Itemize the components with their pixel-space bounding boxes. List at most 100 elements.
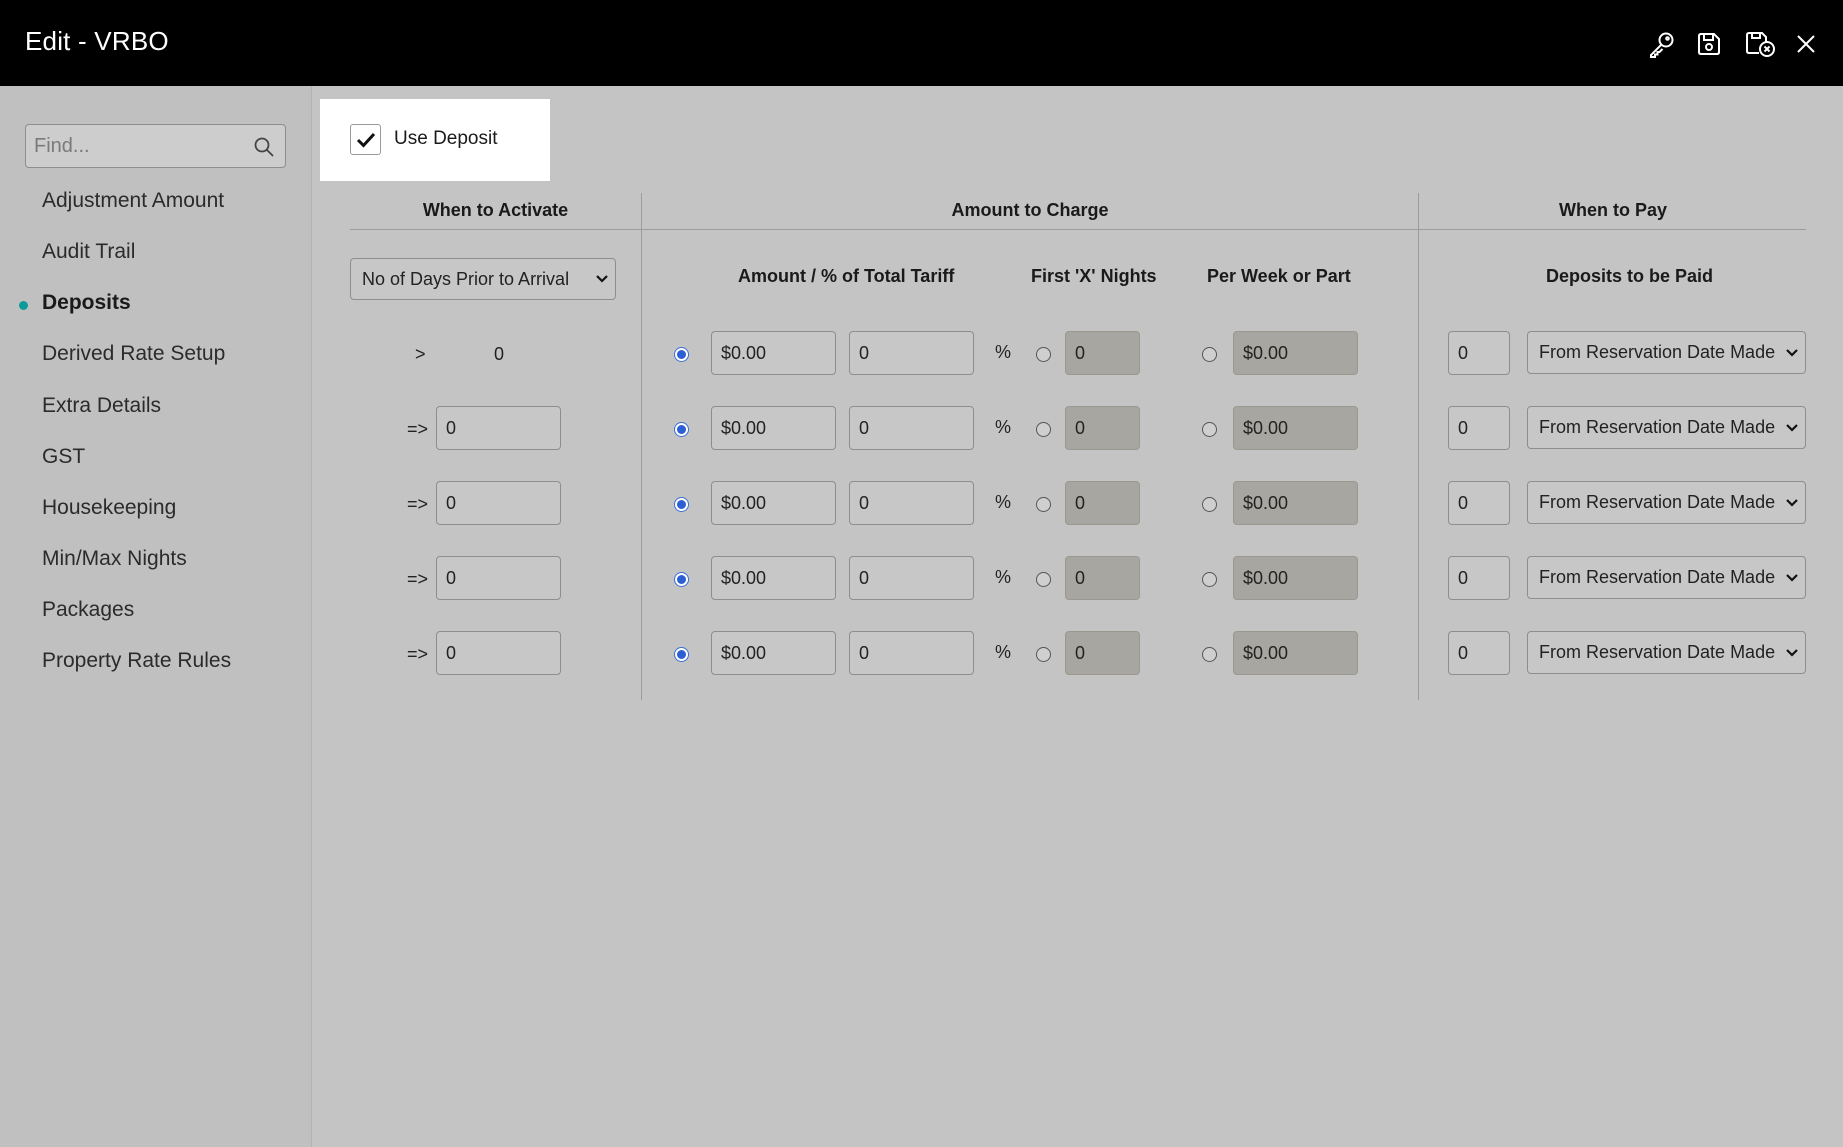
chevron-down-icon (589, 274, 615, 284)
first-nights-radio[interactable] (1036, 497, 1051, 512)
sidebar-item-packages[interactable]: Packages (42, 598, 134, 628)
sidebar-item-property-rate-rules[interactable]: Property Rate Rules (42, 649, 231, 679)
per-week-input: $0.00 (1233, 331, 1358, 375)
pay-from-select[interactable]: From Reservation Date Made (1527, 481, 1806, 524)
active-indicator (19, 301, 28, 310)
pay-from-select[interactable]: From Reservation Date Made (1527, 556, 1806, 599)
threshold-operator: => (407, 569, 429, 589)
amount-input[interactable]: $0.00 (711, 406, 836, 450)
percent-input[interactable]: 0 (849, 406, 974, 450)
per-week-radio[interactable] (1202, 497, 1217, 512)
threshold-days-value: 0 (494, 344, 505, 364)
use-deposit-checkbox[interactable] (350, 124, 381, 155)
sidebar-item-label: Housekeeping (42, 496, 177, 519)
search-box[interactable] (25, 124, 286, 168)
amount-input[interactable]: $0.00 (711, 481, 836, 525)
pay-from-select[interactable]: From Reservation Date Made (1527, 406, 1806, 449)
threshold-operator: => (407, 644, 429, 664)
column-divider (641, 193, 642, 700)
sidebar-item-label: Property Rate Rules (42, 649, 232, 672)
percent-input[interactable]: 0 (849, 556, 974, 600)
per-week-radio[interactable] (1202, 347, 1217, 362)
sidebar-item-gst[interactable]: GST (42, 445, 85, 475)
subheader-amount-pct: Amount / % of Total Tariff (738, 266, 955, 286)
header-divider (350, 229, 1806, 230)
per-week-input: $0.00 (1233, 406, 1358, 450)
sidebar-item-min-max-nights[interactable]: Min/Max Nights (42, 547, 187, 577)
first-nights-radio[interactable] (1036, 347, 1051, 362)
header-amount-to-charge: Amount to Charge (951, 200, 1109, 220)
threshold-days-input[interactable]: 0 (436, 406, 561, 450)
per-week-radio[interactable] (1202, 647, 1217, 662)
threshold-days-input[interactable]: 0 (436, 631, 561, 675)
first-nights-radio[interactable] (1036, 422, 1051, 437)
save-close-icon[interactable] (1741, 26, 1781, 62)
sidebar-item-adjustment-amount[interactable]: Adjustment Amount (42, 189, 224, 219)
subheader-deposits-to-be-paid: Deposits to be Paid (1546, 266, 1714, 286)
amount-input[interactable]: $0.00 (711, 556, 836, 600)
sidebar-item-derived-rate-setup[interactable]: Derived Rate Setup (42, 342, 225, 372)
title-bar: Edit - VRBO (0, 0, 1843, 86)
header-when-to-pay: When to Pay (1558, 200, 1667, 220)
threshold-days-input[interactable]: 0 (436, 481, 561, 525)
percent-sign: % (995, 492, 1012, 512)
sidebar-item-housekeeping[interactable]: Housekeeping (42, 496, 176, 526)
amount-radio[interactable] (674, 497, 689, 512)
first-nights-radio[interactable] (1036, 572, 1051, 587)
threshold-operator: => (407, 494, 429, 514)
per-week-radio[interactable] (1202, 572, 1217, 587)
sidebar-item-label: Packages (42, 598, 135, 621)
percent-input[interactable]: 0 (849, 331, 974, 375)
pay-days-input[interactable]: 0 (1448, 631, 1510, 675)
key-icon[interactable] (1644, 26, 1680, 62)
pay-days-input[interactable]: 0 (1448, 556, 1510, 600)
per-week-input: $0.00 (1233, 556, 1358, 600)
header-when-to-activate: When to Activate (422, 200, 569, 220)
percent-sign: % (995, 342, 1012, 362)
chevron-down-icon (1779, 498, 1805, 508)
first-nights-input: 0 (1065, 631, 1140, 675)
per-week-input: $0.00 (1233, 481, 1358, 525)
pay-days-input[interactable]: 0 (1448, 406, 1510, 450)
first-nights-radio[interactable] (1036, 647, 1051, 662)
pay-from-select[interactable]: From Reservation Date Made (1527, 331, 1806, 374)
sidebar-item-extra-details[interactable]: Extra Details (42, 394, 161, 424)
search-icon[interactable] (253, 136, 275, 158)
amount-input[interactable]: $0.00 (711, 331, 836, 375)
pay-from-select[interactable]: From Reservation Date Made (1527, 631, 1806, 674)
amount-radio[interactable] (674, 422, 689, 437)
amount-radio[interactable] (674, 647, 689, 662)
amount-input[interactable]: $0.00 (711, 631, 836, 675)
sidebar-item-label: Audit Trail (42, 240, 136, 263)
first-nights-input: 0 (1065, 406, 1140, 450)
sidebar-item-label: Derived Rate Setup (42, 342, 226, 365)
subheader-first-x-nights: First 'X' Nights (1031, 266, 1157, 286)
chevron-down-icon (1779, 348, 1805, 358)
per-week-radio[interactable] (1202, 422, 1217, 437)
sidebar-item-deposits[interactable]: Deposits (19, 291, 131, 321)
use-deposit-label: Use Deposit (394, 128, 498, 149)
search-input[interactable] (26, 125, 246, 167)
sidebar-item-audit-trail[interactable]: Audit Trail (42, 240, 135, 270)
amount-radio[interactable] (674, 347, 689, 362)
pay-days-input[interactable]: 0 (1448, 481, 1510, 525)
activate-type-select[interactable]: No of Days Prior to Arrival (350, 258, 616, 300)
chevron-down-icon (1779, 423, 1805, 433)
checkmark-icon (356, 132, 375, 148)
percent-input[interactable]: 0 (849, 631, 974, 675)
percent-input[interactable]: 0 (849, 481, 974, 525)
sidebar-item-label: Min/Max Nights (42, 547, 187, 570)
close-icon[interactable] (1788, 26, 1824, 62)
sidebar-item-label: Adjustment Amount (42, 189, 225, 212)
percent-sign: % (995, 642, 1012, 662)
window-title: Edit - VRBO (25, 26, 169, 56)
threshold-days-input[interactable]: 0 (436, 556, 561, 600)
pay-days-input[interactable]: 0 (1448, 331, 1510, 375)
sidebar-item-label: GST (42, 445, 86, 468)
sidebar-item-label: Extra Details (42, 394, 162, 417)
subheader-per-week: Per Week or Part (1207, 266, 1351, 286)
amount-radio[interactable] (674, 572, 689, 587)
percent-sign: % (995, 417, 1012, 437)
first-nights-input: 0 (1065, 556, 1140, 600)
save-icon[interactable] (1691, 26, 1727, 62)
